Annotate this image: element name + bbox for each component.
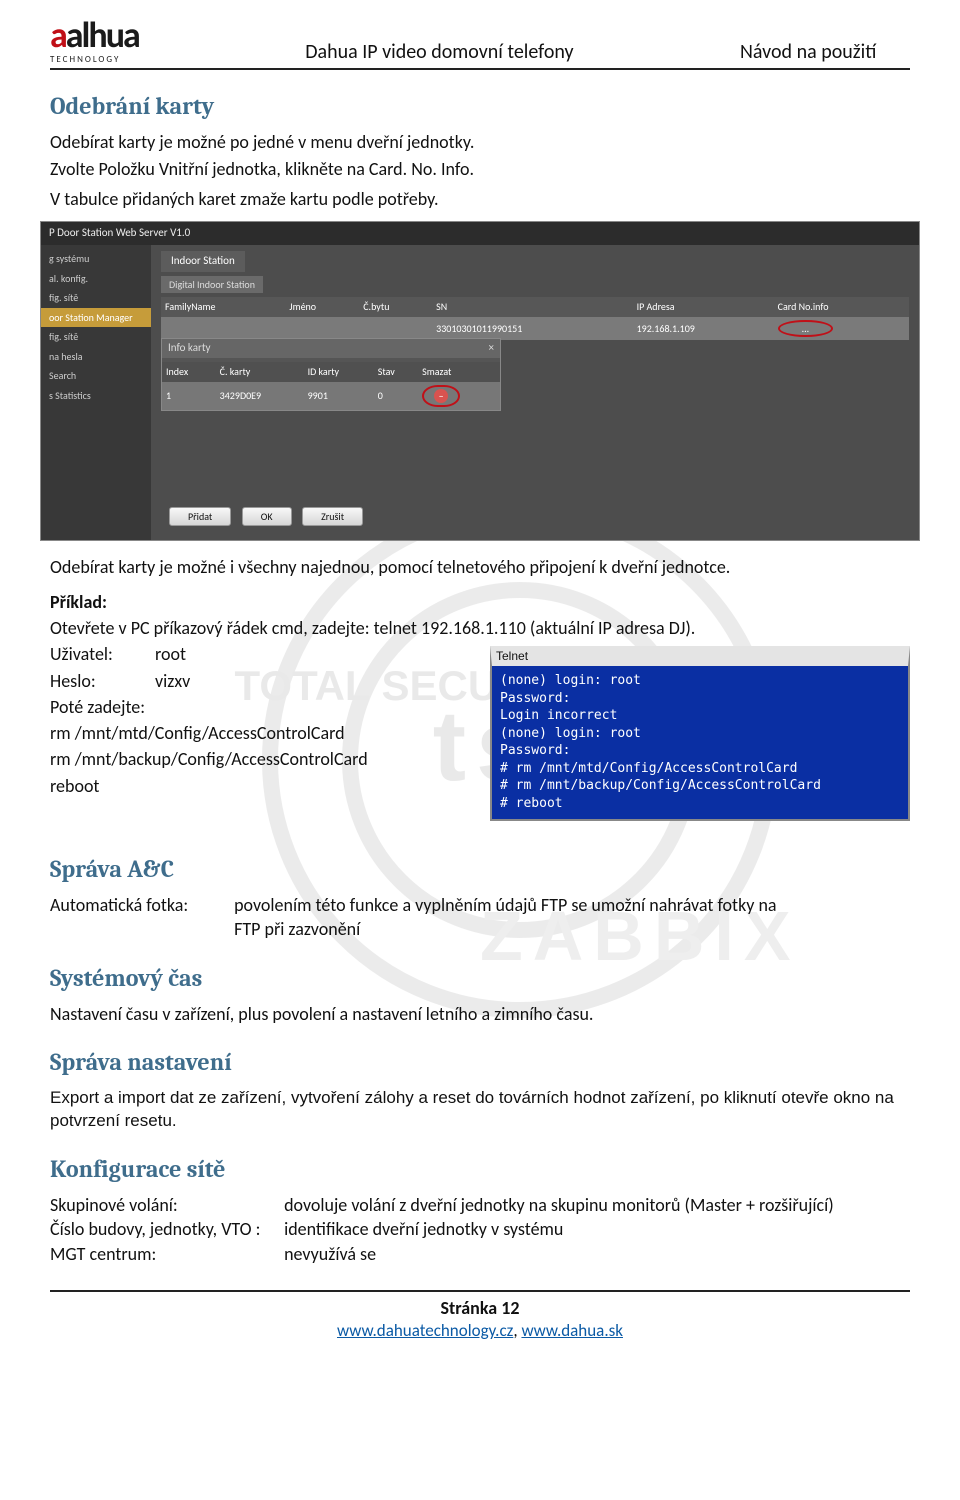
sidebar-item-active[interactable]: oor Station Manager (41, 308, 151, 328)
col: ID karty (304, 362, 374, 382)
h-net-config: Konfigurace sítě (50, 1153, 910, 1185)
add-button[interactable]: Přidat (169, 507, 231, 527)
col: Č.bytu (359, 297, 432, 317)
label: MGT centrum: (50, 1242, 280, 1266)
col: Index (162, 362, 216, 382)
col: Stav (374, 362, 418, 382)
label: Číslo budovy, jednotky, VTO : (50, 1217, 280, 1241)
footer-link-2[interactable]: www.dahua.sk (521, 1320, 623, 1341)
doc-header: aalhua TECHNOLOGY Dahua IP video domovní… (50, 10, 910, 66)
page-number: Stránka 12 (50, 1296, 910, 1320)
label-user: Uživatel: (50, 642, 155, 666)
cell: 33010301011990151 (432, 317, 632, 341)
value: FTP při zazvonění (234, 918, 360, 940)
label-example: Příklad: (50, 591, 107, 613)
cell: 3429D0E9 (216, 382, 304, 410)
h-sprava-ac: Správa A&C (50, 853, 910, 885)
footer-link-1[interactable]: www.dahuatechnology.cz (337, 1320, 513, 1341)
doc-subtitle: Návod na použití (740, 39, 910, 66)
col: Č. karty (216, 362, 304, 382)
value: nevyužívá se (284, 1243, 376, 1265)
h-remove-card: Odebrání karty (50, 90, 910, 122)
sidebar: g systému al. konfig. fig. sítě oor Stat… (41, 245, 151, 540)
para: V tabulce přidaných karet zmaže kartu po… (50, 187, 910, 211)
label-pass: Heslo: (50, 669, 155, 693)
telnet-line: (none) login: root (500, 725, 900, 743)
footer-rule (50, 1290, 910, 1292)
col: Card No.info (774, 297, 909, 317)
brand-logo: aalhua TECHNOLOGY (50, 11, 139, 66)
subtab-digital[interactable]: Digital Indoor Station (161, 276, 263, 294)
value-pass: vizxv (155, 670, 190, 692)
para: Nastavení času v zařízení, plus povolení… (50, 1002, 910, 1026)
cell: 9901 (304, 382, 374, 410)
value: dovoluje volání z dveřní jednotky na sku… (284, 1194, 834, 1216)
label: Skupinové volání: (50, 1193, 280, 1217)
telnet-line: Login incorrect (500, 707, 900, 725)
dialog-title: Info karty (168, 341, 210, 356)
cell (359, 317, 432, 341)
table-row[interactable]: 33010301011990151 192.168.1.109 ... (161, 317, 909, 341)
sidebar-item[interactable]: na hesla (41, 347, 151, 367)
window-title: P Door Station Web Server V1.0 (41, 222, 919, 245)
ok-button[interactable]: OK (242, 507, 292, 527)
sidebar-item[interactable]: s Statistics (41, 386, 151, 406)
cell (161, 317, 285, 341)
value: povolením této funkce a vyplněním údajů … (234, 894, 776, 916)
h-sys-time: Systémový čas (50, 962, 910, 994)
doc-title: Dahua IP video domovní telefony (151, 39, 728, 66)
telnet-line: # rm /mnt/backup/Config/AccessControlCar… (500, 777, 900, 795)
col: SN (432, 297, 632, 317)
sidebar-item[interactable]: fig. sítě (41, 327, 151, 347)
para: Zvolte Položku Vnitřní jednotka, kliknět… (50, 157, 910, 181)
para: Odebírat karty je možné i všechny najedn… (50, 555, 910, 579)
footer: Stránka 12 www.dahuatechnology.cz, www.d… (50, 1290, 910, 1343)
col: FamilyName (161, 297, 285, 317)
table-row: 1 3429D0E9 9901 0 – (162, 382, 500, 410)
cell (285, 317, 359, 341)
cell: 192.168.1.109 (633, 317, 774, 341)
station-table: FamilyName Jméno Č.bytu SN IP Adresa Car… (161, 297, 909, 340)
sidebar-item[interactable]: al. konfig. (41, 269, 151, 289)
col: Smazat (418, 362, 500, 382)
close-icon[interactable]: × (489, 341, 494, 356)
callout-circle-icon: ... (778, 320, 834, 338)
screenshot-webui: P Door Station Web Server V1.0 g systému… (40, 221, 920, 541)
col: IP Adresa (633, 297, 774, 317)
tab-indoor-station[interactable]: Indoor Station (161, 251, 245, 272)
telnet-window: (none) login: root Password: Login incor… (490, 646, 910, 820)
sidebar-item[interactable]: g systému (41, 249, 151, 269)
telnet-line: # rm /mnt/mtd/Config/AccessControlCard (500, 760, 900, 778)
para: Odebírat karty je možné po jedné v menu … (50, 130, 910, 154)
label-autofoto: Automatická fotka: (50, 893, 230, 917)
cell: 1 (162, 382, 216, 410)
cell: 0 (374, 382, 418, 410)
cancel-button[interactable]: Zrušit (302, 507, 363, 527)
value-user: root (155, 643, 186, 665)
h-settings-mgmt: Správa nastavení (50, 1046, 910, 1078)
para: Export a import dat ze zařízení, vytvoře… (50, 1087, 910, 1133)
value: identifikace dveřní jednotky v systému (284, 1218, 563, 1240)
telnet-line: (none) login: root (500, 672, 900, 690)
sidebar-item[interactable]: Search (41, 366, 151, 386)
para: Otevřete v PC příkazový řádek cmd, zadej… (50, 616, 910, 640)
col: Jméno (285, 297, 359, 317)
telnet-line: Password: (500, 690, 900, 708)
telnet-line: Password: (500, 742, 900, 760)
telnet-line: # reboot (500, 795, 900, 813)
sidebar-item[interactable]: fig. sítě (41, 288, 151, 308)
delete-icon[interactable]: – (434, 389, 448, 403)
header-rule (50, 68, 910, 70)
cell-delete[interactable]: – (418, 382, 500, 410)
callout-circle-icon: – (422, 385, 460, 407)
dialog-card-info: Info karty × Index Č. karty ID karty Sta… (161, 338, 501, 410)
cell-card-info[interactable]: ... (774, 317, 909, 341)
logo-word: alhua (66, 13, 139, 57)
